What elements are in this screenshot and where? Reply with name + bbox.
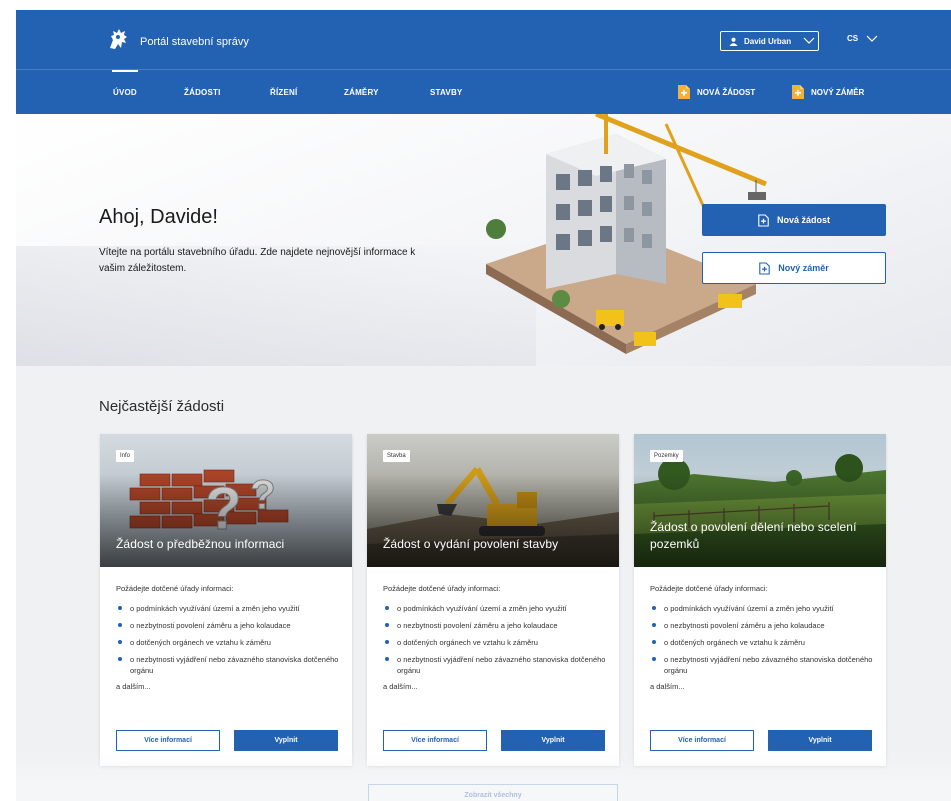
card-tag: Info [116,450,135,462]
list-item: o podmínkách využívání území a změn jeho… [650,603,874,614]
fill-button[interactable]: Vyplnit [234,730,338,751]
portal-title[interactable]: Portál stavební správy [140,36,249,48]
document-add-icon [792,85,804,99]
language-selector[interactable]: CS [847,34,878,43]
user-icon [729,37,738,46]
hero-intro: Vítejte na portálu stavebního úřadu. Zde… [99,247,416,274]
chevron-down-icon [803,37,815,44]
language-label: CS [847,34,859,43]
page: Portál stavební správy David Urban CS ÚV… [16,10,951,801]
hero-new-plan-button[interactable]: Nový záměr [702,252,886,284]
more-info-button[interactable]: Více informací [383,730,487,751]
card-title[interactable]: Žádost o povolení dělení nebo scelení po… [650,519,866,553]
card-intro: Požádejte dotčené úřady informaci: [116,584,234,593]
top-navigation-bar: Portál stavební správy David Urban CS ÚV… [16,10,951,114]
hero-new-plan-label: Nový záměr [778,263,829,273]
more-info-button[interactable]: Více informací [650,730,754,751]
list-item: o nezbytnosti vyjádření nebo závazného s… [383,654,607,676]
nav-item-rizeni[interactable]: ŘÍZENÍ [270,88,297,97]
request-card-land: Pozemky Žádost o povolení dělení nebo sc… [634,434,886,766]
list-item: o podmínkách využívání území a změn jeho… [116,603,340,614]
card-bullet-list: o podmínkách využívání území a změn jeho… [383,603,607,676]
card-more-text: a dalším... [650,682,685,691]
chevron-down-icon [866,35,878,42]
list-item: o nezbytnosti vyjádření nebo závazného s… [116,654,340,676]
card-body: Požádejte dotčené úřady informaci: o pod… [383,584,607,691]
list-item: o dotčených orgánech ve vztahu k záměru [383,637,607,648]
nav-item-uvod[interactable]: ÚVOD [113,88,137,97]
fill-button[interactable]: Vyplnit [501,730,605,751]
card-bullet-list: o podmínkách využívání území a změn jeho… [116,603,340,676]
card-image: ? ? Info Žádost o předběžnou informaci [100,434,352,567]
list-item: o nezbytnosti povolení záměru a jeho kol… [116,620,340,631]
list-item: o dotčených orgánech ve vztahu k záměru [116,637,340,648]
document-add-icon [758,213,769,227]
nav-item-stavby[interactable]: STAVBY [430,88,462,97]
list-item: o podmínkách využívání území a změn jeho… [383,603,607,614]
card-more-text: a dalším... [383,682,418,691]
nav-active-indicator [112,70,138,72]
new-plan-nav-label: NOVÝ ZÁMĚR [811,87,865,97]
list-item: o nezbytnosti povolení záměru a jeho kol… [650,620,874,631]
nav-item-zamery[interactable]: ZÁMĚRY [344,88,379,97]
user-menu-button[interactable]: David Urban [720,31,819,51]
document-add-icon [759,261,770,275]
card-actions: Více informací Vyplnit [650,730,872,751]
card-tag: Stavba [383,450,410,462]
document-add-icon [678,85,690,99]
header-divider [16,69,951,70]
section-title: Nejčastější žádosti [99,398,225,415]
hero-new-request-button[interactable]: Nová žádost [702,204,886,236]
list-item: o nezbytnosti vyjádření nebo závazného s… [650,654,874,676]
fill-button[interactable]: Vyplnit [768,730,872,751]
card-intro: Požádejte dotčené úřady informaci: [383,584,501,593]
hero-new-request-label: Nová žádost [776,215,830,225]
new-plan-nav-button[interactable]: NOVÝ ZÁMĚR [791,84,864,100]
card-title[interactable]: Žádost o vydání povolení stavby [383,536,599,553]
card-bullet-list: o podmínkách využívání území a změn jeho… [650,603,874,676]
hero-greeting: Ahoj, Davide! [99,206,218,228]
list-item: o nezbytnosti povolení záměru a jeho kol… [383,620,607,631]
request-card-info: ? ? Info Žádost o předběžnou informaci P… [100,434,352,766]
card-actions: Více informací Vyplnit [116,730,338,751]
card-body: Požádejte dotčené úřady informaci: o pod… [650,584,874,691]
request-card-building: Stavba Žádost o vydání povolení stavby P… [367,434,619,766]
user-name: David Urban [744,36,792,46]
lion-emblem-icon[interactable] [104,26,132,54]
new-request-nav-button[interactable]: NOVÁ ŽÁDOST [677,84,755,100]
card-body: Požádejte dotčené úřady informaci: o pod… [116,584,340,691]
show-all-button[interactable]: Zobrazit všechny [368,784,618,801]
construction-illustration [486,114,767,354]
card-more-text: a dalším... [116,682,151,691]
card-image: Pozemky Žádost o povolení dělení nebo sc… [634,434,886,567]
card-image: Stavba Žádost o vydání povolení stavby [367,434,619,567]
hero-section: Ahoj, Davide! Vítejte na portálu stavebn… [16,114,951,366]
card-tag: Pozemky [650,450,683,462]
list-item: o dotčených orgánech ve vztahu k záměru [650,637,874,648]
new-request-nav-label: NOVÁ ŽÁDOST [697,87,756,97]
nav-item-zadosti[interactable]: ŽÁDOSTI [184,88,221,97]
card-title[interactable]: Žádost o předběžnou informaci [116,536,332,553]
more-info-button[interactable]: Více informací [116,730,220,751]
card-actions: Více informací Vyplnit [383,730,605,751]
card-intro: Požádejte dotčené úřady informaci: [650,584,768,593]
